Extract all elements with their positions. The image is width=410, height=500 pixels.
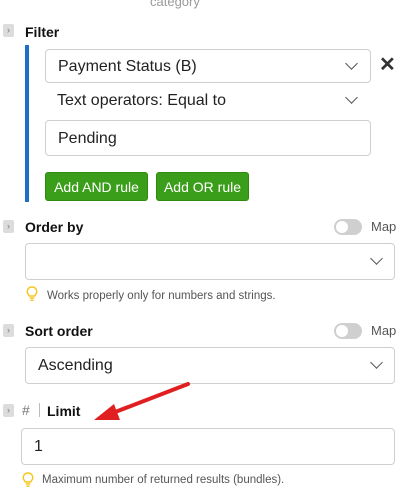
- filter-group-bar: [25, 45, 29, 202]
- filter-operator-select[interactable]: Text operators: Equal to: [45, 86, 371, 116]
- sort-order-expand-icon[interactable]: ›: [3, 324, 14, 337]
- order-by-map-label: Map: [371, 219, 397, 234]
- lightbulb-icon: [22, 472, 34, 487]
- filter-value-input[interactable]: Pending: [45, 120, 371, 156]
- sort-order-map-label: Map: [371, 323, 397, 338]
- add-and-rule-button[interactable]: Add AND rule: [45, 172, 148, 201]
- close-icon[interactable]: ✕: [379, 55, 396, 75]
- limit-hint: Maximum number of returned results (bund…: [42, 474, 285, 486]
- limit-expand-icon[interactable]: ›: [3, 404, 14, 417]
- filter-value-text: Pending: [58, 130, 117, 147]
- divider: [39, 403, 40, 417]
- order-by-hint: Works properly only for numbers and stri…: [47, 290, 276, 302]
- chevron-down-icon: [370, 356, 383, 369]
- limit-title: Limit: [47, 403, 81, 419]
- number-type-icon: #: [22, 402, 30, 418]
- filter-title: Filter: [25, 24, 60, 40]
- add-or-rule-button[interactable]: Add OR rule: [156, 172, 249, 201]
- order-by-expand-icon[interactable]: ›: [3, 220, 14, 233]
- limit-input[interactable]: 1: [21, 428, 395, 465]
- filter-expand-icon[interactable]: ›: [3, 24, 14, 37]
- limit-value: 1: [34, 438, 43, 455]
- chevron-down-icon: [345, 91, 358, 104]
- filter-operator-value: Text operators: Equal to: [57, 92, 226, 109]
- sort-order-select[interactable]: Ascending: [25, 347, 395, 384]
- annotation-arrow: [94, 382, 190, 420]
- order-by-select[interactable]: [25, 243, 395, 280]
- sort-order-map-toggle[interactable]: [334, 323, 362, 339]
- filter-field-value: Payment Status (B): [58, 58, 197, 75]
- chevron-down-icon: [370, 252, 383, 265]
- lightbulb-icon: [26, 286, 38, 301]
- sort-order-title: Sort order: [25, 323, 93, 339]
- order-by-title: Order by: [25, 219, 84, 235]
- cut-off-label: category: [150, 0, 200, 9]
- chevron-down-icon: [345, 57, 358, 70]
- order-by-map-toggle[interactable]: [334, 219, 362, 235]
- filter-field-select[interactable]: Payment Status (B): [45, 49, 371, 83]
- sort-order-value: Ascending: [38, 357, 113, 374]
